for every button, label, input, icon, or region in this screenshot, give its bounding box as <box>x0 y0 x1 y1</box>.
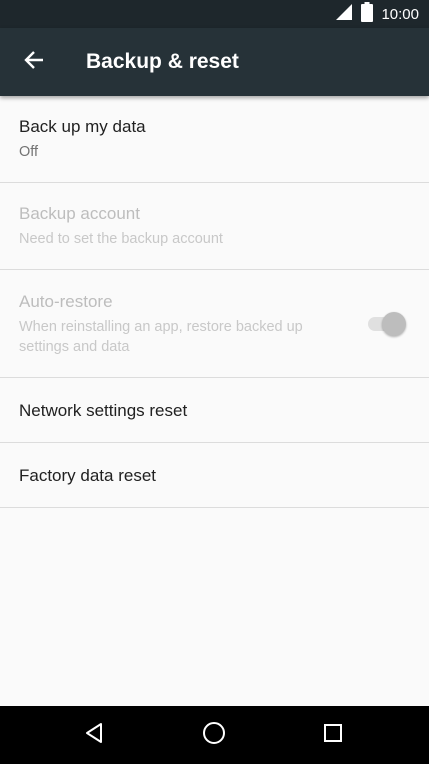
home-icon <box>202 721 226 750</box>
nav-recents-button[interactable] <box>313 715 353 755</box>
back-button[interactable] <box>10 38 58 86</box>
nav-back-button[interactable] <box>75 715 115 755</box>
back-icon <box>84 722 106 749</box>
page-title: Backup & reset <box>86 50 239 73</box>
item-summary: When reinstalling an app, restore backed… <box>19 319 303 355</box>
network-settings-reset-item[interactable]: Network settings reset <box>0 378 429 443</box>
app-bar: Backup & reset <box>0 28 429 96</box>
battery-icon <box>361 1 374 27</box>
backup-account-item[interactable]: Backup account Need to set the backup ac… <box>0 183 429 270</box>
status-bar: 10:00 <box>0 0 429 28</box>
clock: 10:00 <box>381 5 419 23</box>
auto-restore-toggle[interactable] <box>366 312 406 336</box>
settings-list: Back up my data Off Backup account Need … <box>0 96 429 706</box>
item-summary: Need to set the backup account <box>19 231 223 247</box>
back-up-my-data-item[interactable]: Back up my data Off <box>0 96 429 183</box>
item-title: Network settings reset <box>19 401 188 420</box>
item-title: Back up my data <box>19 117 146 136</box>
item-title: Factory data reset <box>19 466 157 485</box>
nav-home-button[interactable] <box>194 715 234 755</box>
signal-icon <box>335 3 353 26</box>
item-summary: Off <box>19 144 39 160</box>
item-title: Auto-restore <box>19 292 113 311</box>
status-icons: 10:00 <box>335 0 419 28</box>
factory-data-reset-item[interactable]: Factory data reset <box>0 443 429 508</box>
navigation-bar <box>0 706 429 764</box>
toggle-thumb <box>382 312 406 336</box>
arrow-back-icon <box>23 49 45 76</box>
recents-icon <box>322 722 344 749</box>
item-title: Backup account <box>19 204 140 223</box>
auto-restore-item[interactable]: Auto-restore When reinstalling an app, r… <box>0 270 429 378</box>
